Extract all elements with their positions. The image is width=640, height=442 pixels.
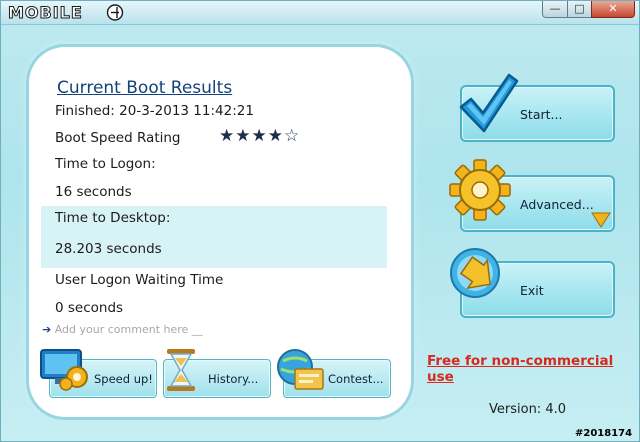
history-label: History... xyxy=(208,372,259,386)
dropdown-triangle-icon[interactable] xyxy=(591,212,611,228)
globe-card-icon xyxy=(277,349,324,390)
close-icon: ✕ xyxy=(608,2,618,15)
logon-value: 16 seconds xyxy=(55,184,132,200)
waiting-value: 0 seconds xyxy=(55,300,124,316)
boot-speed-label: Boot Speed Rating xyxy=(55,130,181,146)
maximize-icon: □ xyxy=(574,2,585,15)
app-logo: MOBILE xyxy=(3,2,129,23)
version-label: Version: 4.0 xyxy=(489,402,566,417)
exit-arrow-icon xyxy=(450,248,500,298)
results-title: Current Boot Results xyxy=(57,78,233,98)
license-link[interactable]: Free for non-commercial use xyxy=(427,353,639,385)
contest-label: Contest... xyxy=(328,372,384,386)
svg-text:MOBILE: MOBILE xyxy=(8,3,83,22)
app-window: MOBILE — □ ✕ Current Boot Results Finish… xyxy=(0,0,640,442)
checkmark-icon xyxy=(459,73,519,133)
advanced-label: Advanced... xyxy=(520,197,594,212)
minimize-button[interactable]: — xyxy=(542,1,568,18)
minimize-icon: — xyxy=(549,2,561,15)
gear-icon xyxy=(449,159,511,221)
comment-field[interactable]: ➔ Add your comment here __ xyxy=(42,323,203,336)
logon-label: Time to Logon: xyxy=(55,156,156,172)
boot-speed-stars: ★★★★☆ xyxy=(219,126,301,146)
start-label: Start... xyxy=(520,107,563,122)
title-bar[interactable]: MOBILE — □ ✕ xyxy=(1,1,639,25)
mobile01-logo-icon: MOBILE xyxy=(8,3,124,23)
speed-up-label: Speed up! xyxy=(94,372,153,386)
maximize-button[interactable]: □ xyxy=(567,1,592,18)
monitor-gear-icon xyxy=(40,349,88,391)
arrow-right-icon: ➔ xyxy=(42,323,52,336)
exit-label: Exit xyxy=(520,283,544,298)
finished-time: Finished: 20-3-2013 11:42:21 xyxy=(55,103,254,119)
hourglass-icon xyxy=(167,349,195,391)
desktop-value: 28.203 seconds xyxy=(55,241,162,257)
close-button[interactable]: ✕ xyxy=(591,1,635,18)
comment-placeholder: Add your comment here __ xyxy=(54,323,203,336)
watermark: #2018174 xyxy=(575,428,633,439)
waiting-label: User Logon Waiting Time xyxy=(55,272,224,288)
desktop-label: Time to Desktop: xyxy=(55,210,171,226)
